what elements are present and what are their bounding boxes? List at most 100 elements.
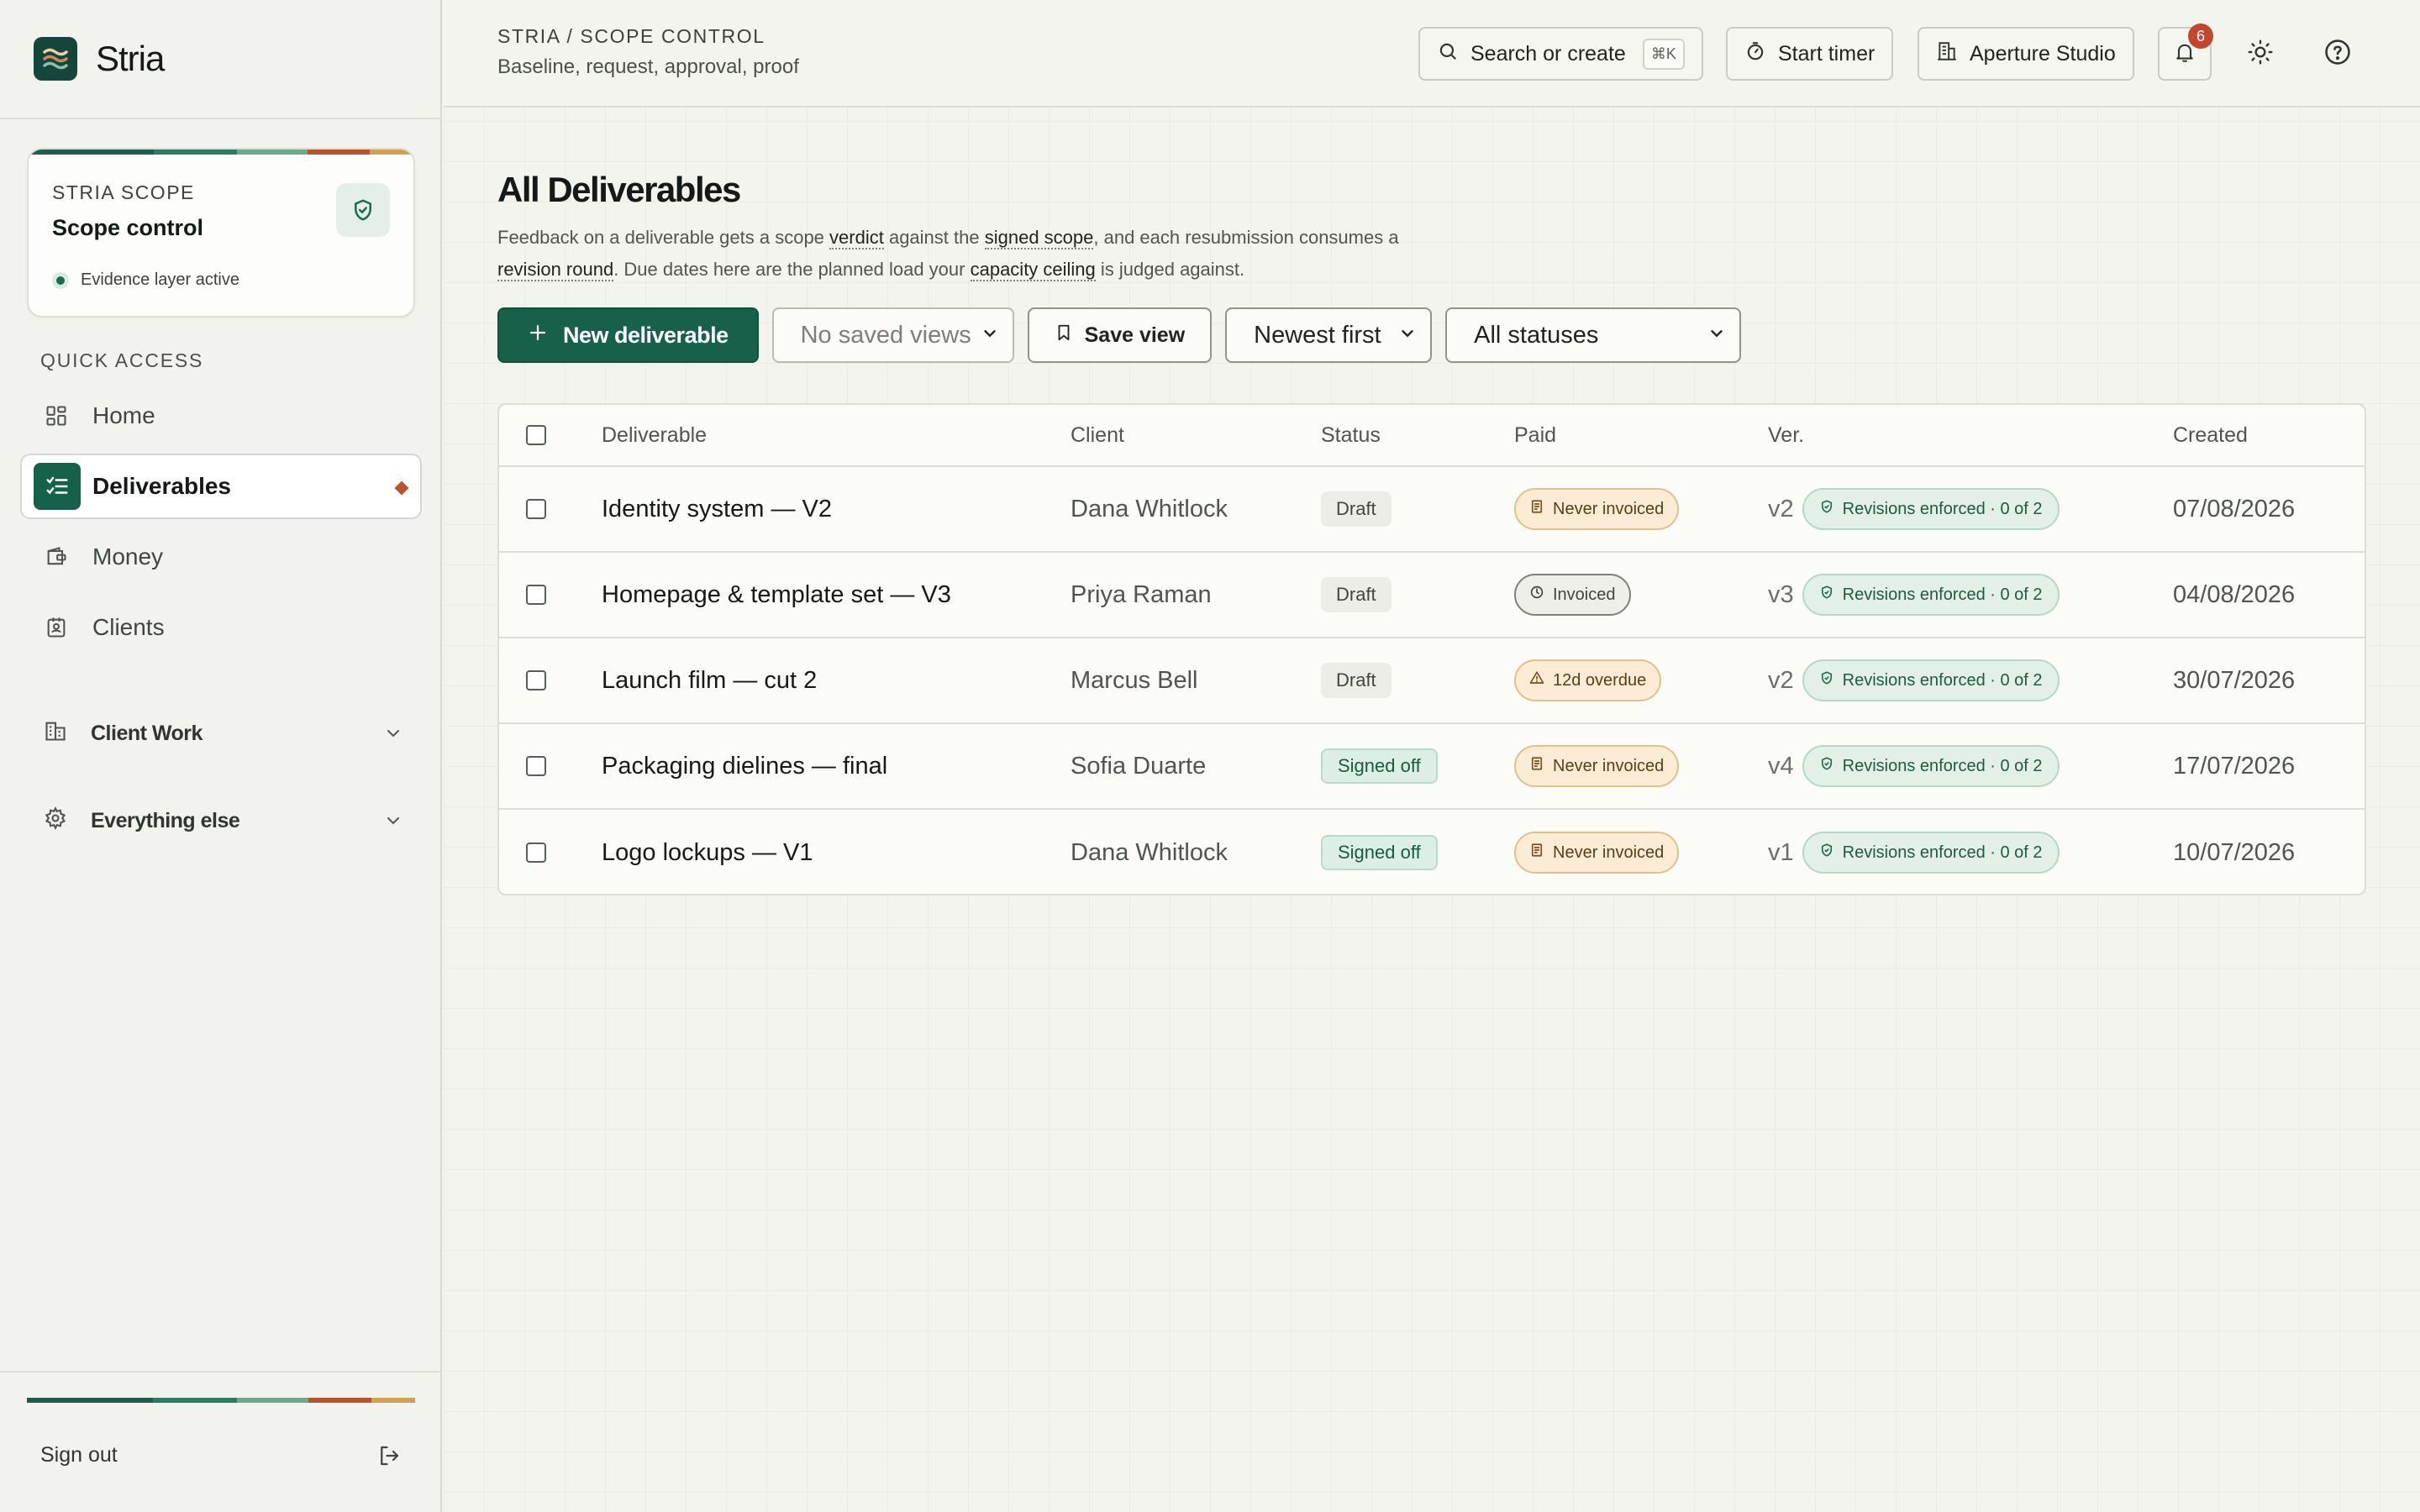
brand[interactable]: Stria — [34, 37, 165, 81]
search-button[interactable]: Search or create ⌘K — [1418, 27, 1703, 81]
table-row[interactable]: Logo lockups — V1 Dana Whitlock Signed o… — [499, 810, 2365, 894]
revisions-label: Revisions enforced · 0 of 2 — [1842, 756, 2043, 775]
scope-stripe — [29, 150, 413, 155]
save-view-label: Save view — [1084, 323, 1186, 347]
select-all-checkbox[interactable] — [526, 425, 546, 445]
brand-name: Stria — [96, 39, 165, 78]
term-capacity-ceiling[interactable]: capacity ceiling — [970, 259, 1096, 281]
search-icon — [1437, 40, 1459, 68]
desc-text: is judged against. — [1095, 259, 1245, 280]
table-row[interactable]: Launch film — cut 2 Marcus Bell Draft 12… — [499, 638, 2365, 724]
paid-badge: Never invoiced — [1514, 488, 1680, 530]
version-label: v1 — [1768, 838, 1794, 866]
active-indicator-icon — [394, 480, 409, 496]
term-verdict[interactable]: verdict — [829, 227, 884, 249]
deliverable-name[interactable]: Launch film — cut 2 — [602, 638, 817, 722]
deliverable-name[interactable]: Identity system — V2 — [602, 467, 832, 551]
sidebar-group-everything-else[interactable]: Everything else — [20, 795, 422, 846]
sidebar-item-deliverables[interactable]: Deliverables — [20, 454, 422, 519]
breadcrumb: STRIA / SCOPE CONTROL — [497, 25, 765, 47]
theme-toggle-button[interactable] — [2233, 27, 2287, 81]
building-icon — [44, 719, 67, 748]
notifications-button[interactable]: 6 — [2158, 24, 2213, 81]
term-revision-round[interactable]: revision round — [497, 259, 614, 281]
desc-text: , and each resubmission consumes a — [1093, 227, 1399, 248]
breadcrumb-subtitle: Baseline, request, approval, proof — [497, 55, 799, 78]
header-deliverable[interactable]: Deliverable — [602, 405, 707, 465]
paid-label: Never invoiced — [1553, 756, 1665, 775]
scope-status-text: Evidence layer active — [81, 270, 239, 289]
sidebar-group-label: Everything else — [91, 808, 240, 832]
deliverable-name[interactable]: Logo lockups — V1 — [602, 810, 813, 894]
saved-views-select[interactable]: No saved views — [771, 307, 1014, 363]
revisions-label: Revisions enforced · 0 of 2 — [1842, 499, 2043, 518]
sign-out-icon[interactable] — [376, 1443, 402, 1473]
revisions-badge: Revisions enforced · 0 of 2 — [1802, 659, 2060, 701]
client-name: Priya Raman — [1071, 580, 1212, 608]
shield-check-icon — [1819, 843, 1834, 863]
client-name: Dana Whitlock — [1071, 838, 1228, 866]
paid-badge: Never invoiced — [1514, 832, 1680, 874]
header-client[interactable]: Client — [1071, 405, 1124, 465]
saved-views-value: No saved views — [800, 321, 971, 349]
sidebar-item-home[interactable]: Home — [20, 383, 422, 449]
paid-label: Invoiced — [1553, 585, 1616, 604]
sign-out-button[interactable]: Sign out — [40, 1443, 118, 1467]
sidebar-bottom-divider — [0, 1371, 442, 1373]
row-checkbox[interactable] — [526, 499, 546, 519]
workspace-switcher[interactable]: Aperture Studio — [1918, 27, 2134, 81]
search-label: Search or create — [1470, 41, 1626, 66]
row-checkbox[interactable] — [526, 843, 546, 863]
building-icon — [1936, 40, 1958, 68]
chevron-down-icon — [383, 811, 403, 837]
paid-label: 12d overdue — [1553, 670, 1647, 690]
row-checkbox[interactable] — [526, 585, 546, 605]
sidebar-item-clients[interactable]: Clients — [20, 595, 422, 660]
row-checkbox[interactable] — [526, 670, 546, 690]
scope-card[interactable]: STRIA SCOPE Scope control Evidence layer… — [27, 148, 415, 318]
status-dot-icon — [52, 271, 69, 289]
status-badge: Draft — [1321, 577, 1392, 612]
sidebar-group-client-work[interactable]: Client Work — [20, 708, 422, 759]
client-name: Marcus Bell — [1071, 666, 1198, 694]
term-signed-scope[interactable]: signed scope — [984, 227, 1094, 249]
wallet-icon — [44, 544, 69, 570]
table-row[interactable]: Homepage & template set — V3 Priya Raman… — [499, 553, 2365, 638]
desc-text: . Due dates here are the planned load yo… — [613, 259, 971, 280]
table-row[interactable]: Identity system — V2 Dana Whitlock Draft… — [499, 467, 2365, 553]
shield-check-icon — [336, 183, 390, 237]
shield-check-icon — [1819, 756, 1834, 776]
sort-select[interactable]: Newest first — [1225, 307, 1433, 363]
page-title: All Deliverables — [497, 170, 741, 209]
deliverable-name[interactable]: Homepage & template set — V3 — [602, 553, 951, 637]
bottom-stripe — [27, 1398, 415, 1403]
grid-icon — [44, 403, 69, 428]
row-checkbox[interactable] — [526, 756, 546, 776]
new-deliverable-button[interactable]: New deliverable — [497, 307, 759, 363]
sidebar-item-money[interactable]: Money — [20, 524, 422, 590]
start-timer-button[interactable]: Start timer — [1726, 27, 1894, 81]
help-button[interactable] — [2311, 27, 2365, 81]
header-version[interactable]: Ver. — [1768, 405, 1804, 465]
contact-icon — [44, 615, 69, 640]
sidebar-item-label: Money — [92, 543, 164, 570]
status-filter-select[interactable]: All statuses — [1445, 307, 1742, 363]
topbar: STRIA / SCOPE CONTROL Baseline, request,… — [444, 0, 2420, 108]
header-created[interactable]: Created — [2173, 405, 2248, 465]
help-icon — [2323, 38, 2352, 71]
revisions-label: Revisions enforced · 0 of 2 — [1842, 843, 2043, 862]
sidebar-item-label: Deliverables — [92, 473, 231, 499]
deliverable-name[interactable]: Packaging dielines — final — [602, 724, 887, 808]
toolbar: New deliverable No saved views Save view… — [497, 307, 1742, 363]
paid-label: Never invoiced — [1553, 843, 1665, 862]
status-badge: Draft — [1321, 491, 1392, 527]
shield-check-icon — [1819, 499, 1834, 519]
clock-icon — [1529, 585, 1544, 605]
save-view-button[interactable]: Save view — [1027, 307, 1213, 363]
table-row[interactable]: Packaging dielines — final Sofia Duarte … — [499, 724, 2365, 810]
header-status[interactable]: Status — [1321, 405, 1381, 465]
paid-badge: Never invoiced — [1514, 745, 1680, 787]
quick-access-heading: QUICK ACCESS — [40, 349, 204, 371]
search-shortcut: ⌘K — [1642, 38, 1685, 70]
header-paid[interactable]: Paid — [1514, 405, 1556, 465]
